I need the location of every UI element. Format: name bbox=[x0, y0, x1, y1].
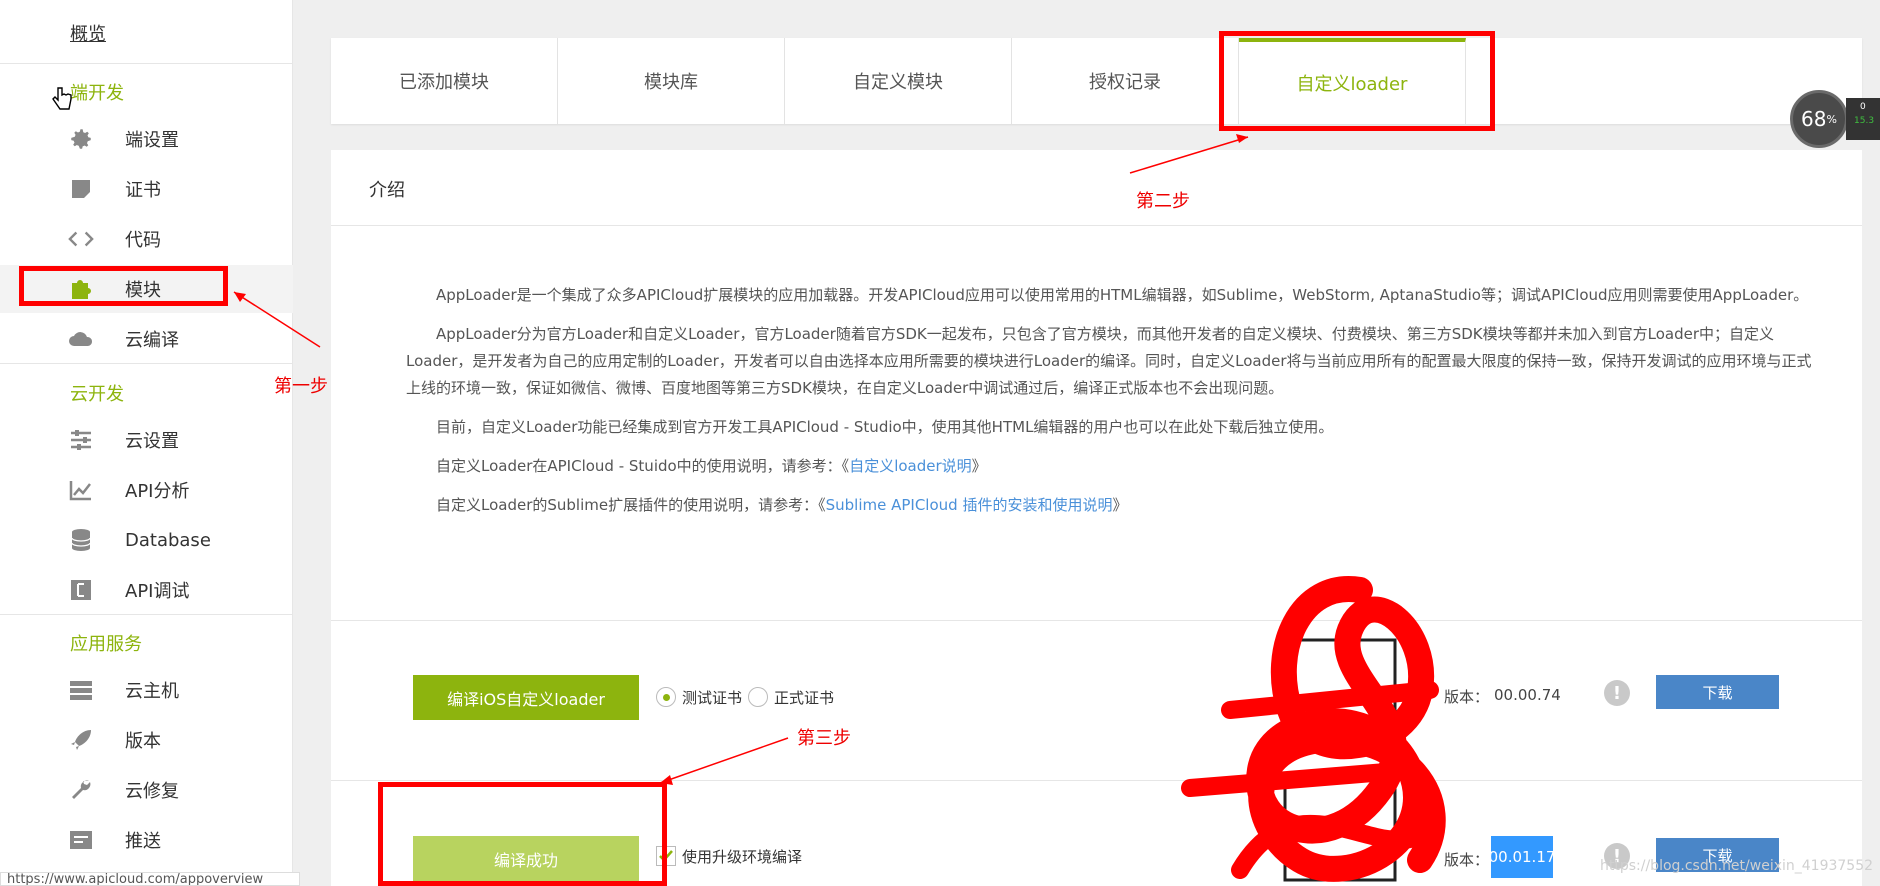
gauge-percent: 68 bbox=[1801, 107, 1827, 131]
annotation-arrows bbox=[233, 134, 1249, 785]
annotation-step3: 第三步 bbox=[797, 728, 851, 749]
upload-speed: 0 bbox=[1860, 102, 1866, 112]
gauge-unit: % bbox=[1826, 112, 1837, 126]
network-speed-panel: 0 15.3 bbox=[1846, 98, 1880, 140]
download-speed: 15.3 bbox=[1854, 116, 1875, 126]
annotation-step1: 第一步 bbox=[274, 376, 328, 397]
performance-gauge[interactable]: 68% bbox=[1790, 90, 1848, 148]
watermark: https://blog.csdn.net/weixin_41937552 bbox=[1600, 858, 1874, 874]
annotation-step2: 第二步 bbox=[1136, 191, 1190, 212]
